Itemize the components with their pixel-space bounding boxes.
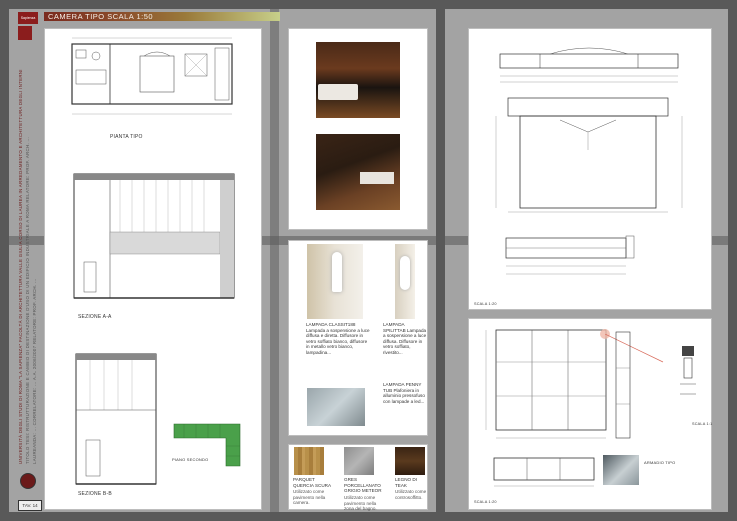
material-name-2: GRES PORCELLANATO GRIGIO METEOR	[344, 477, 382, 494]
material-swatch-parquet	[294, 447, 324, 475]
bed-elevation-drawing	[499, 47, 679, 83]
plan-label: PIANTA TIPO	[110, 134, 143, 140]
university-seal	[20, 473, 36, 489]
lamp-photo-3	[307, 388, 365, 426]
wardrobe-side-drawing	[615, 331, 631, 439]
lamp-shade-2	[400, 256, 410, 290]
section-bb-label: SEZIONE B-B	[78, 491, 112, 497]
render-photo-1	[316, 42, 400, 118]
material-note-2: Utilizzato come pavimento nella zona del…	[344, 495, 377, 512]
floor-plan-drawing	[71, 37, 233, 115]
material-note-1: Utilizzato come pavimento nella camera.	[293, 489, 326, 506]
wardrobe-render-box	[603, 455, 639, 485]
grid-band	[0, 0, 9, 521]
bed-scale-label: SCALA 1:20	[474, 302, 497, 306]
lamp-text-2: LAMPADA SPILITTAB Lampada a sospensione …	[383, 322, 427, 355]
sidebar-line-3: LAUREANDA: ... CORRELATORE: ... A.A. 200…	[32, 278, 37, 465]
green-floor-key	[173, 423, 241, 467]
material-swatch-teak	[395, 447, 425, 475]
hinge-detail-drawing	[680, 346, 696, 395]
bed-plan-drawing	[495, 97, 683, 213]
material-note-3: Utilizzato come controsoffitto.	[395, 489, 427, 500]
sidebar-line-1: UNIVERSITÀ DEGLI STUDI DI ROMA "LA SAPIE…	[18, 69, 23, 464]
bed-side-drawing	[505, 235, 635, 275]
wardrobe-plan-drawing	[493, 457, 595, 487]
detail-scale-label: SCALA 1:1	[692, 422, 713, 426]
sidebar-line-2: TITOLO TESI: RISTRUTTURAZIONE E CAMBIO D…	[25, 136, 30, 464]
logo: Sapienza	[18, 12, 38, 24]
material-name-1: PARQUET QUERCIA SCURA	[293, 477, 332, 488]
lamp-text-3: LAMPADA PENNY TUB Plafoniera in allumini…	[383, 382, 425, 404]
poster-sheet: Sapienza CAMERA TIPO SCALA 1:50 UNIVERSI…	[0, 0, 737, 521]
material-swatch-gres	[344, 447, 374, 475]
brand-mark	[18, 26, 32, 40]
render-photo-1-bed	[318, 84, 358, 100]
grid-band	[728, 0, 737, 521]
page-title: CAMERA TIPO SCALA 1:50	[48, 12, 154, 21]
grid-band	[436, 0, 445, 521]
lamp-shade-1	[332, 252, 342, 292]
sheet-number: TAV. 14	[18, 500, 42, 511]
grid-band	[0, 512, 737, 521]
wardrobe-note-title: ARMADIO TIPO	[644, 460, 676, 465]
section-aa-label: SEZIONE A-A	[78, 314, 112, 320]
section-bb-drawing	[75, 353, 157, 485]
material-name-3: LEGNO DI TEAK	[395, 477, 417, 488]
floor-key-label: PIANO SECONDO	[172, 457, 209, 462]
wardrobe-scale-label: SCALA 1:20	[474, 500, 497, 504]
grid-band	[270, 0, 279, 521]
section-aa-drawing	[73, 173, 235, 299]
grid-band	[0, 0, 737, 9]
render-photo-2-bed	[360, 172, 394, 184]
wardrobe-elevation-drawing	[485, 329, 607, 439]
